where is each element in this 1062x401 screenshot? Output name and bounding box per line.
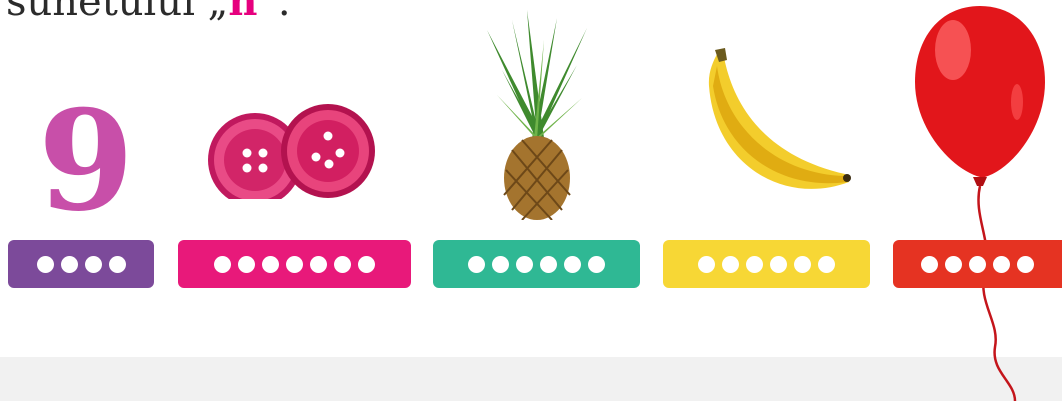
syllable-dot (1017, 255, 1034, 273)
syllable-dot (262, 255, 279, 273)
syllable-dot (540, 255, 557, 273)
syllable-bar-buttons (178, 240, 411, 288)
syllable-dot (84, 255, 102, 273)
syllable-dot (214, 255, 231, 273)
buttons-icon (208, 104, 375, 199)
open-quote: „ (207, 0, 229, 25)
syllable-dot (588, 255, 605, 273)
instruction-text: sunetului „n”. (6, 0, 291, 25)
syllable-dot (310, 255, 327, 273)
instruction-prefix: sunetului (6, 0, 208, 25)
pineapple-icon (487, 10, 587, 220)
syllable-dot (993, 255, 1010, 273)
syllable-dot (818, 255, 835, 273)
syllable-dot (921, 255, 938, 273)
syllable-dot (60, 255, 78, 273)
syllable-dot (286, 255, 303, 273)
syllable-dot (468, 255, 485, 273)
footer-band (0, 357, 1062, 401)
balloon-icon (915, 6, 1045, 401)
syllable-dot (36, 255, 54, 273)
syllable-dot (746, 255, 763, 273)
syllable-bar-pineapple (433, 240, 640, 288)
syllable-bar-balloon (893, 240, 1062, 288)
syllable-bar-nine (8, 240, 154, 288)
syllable-dot (969, 255, 986, 273)
syllable-dot (564, 255, 581, 273)
number-nine-icon: 9 (38, 79, 135, 242)
syllable-dot (794, 255, 811, 273)
syllable-dot (358, 255, 375, 273)
syllable-dot (108, 255, 126, 273)
syllable-dot (945, 255, 962, 273)
target-sound: n (228, 0, 258, 25)
syllable-dot (722, 255, 739, 273)
syllable-bar-banana (663, 240, 870, 288)
close-quote: ”. (257, 0, 291, 25)
syllable-dot (492, 255, 509, 273)
syllable-dot (770, 255, 787, 273)
syllable-dot (334, 255, 351, 273)
banana-icon (708, 48, 851, 189)
syllable-dot (238, 255, 255, 273)
syllable-dot (516, 255, 533, 273)
syllable-dot (698, 255, 715, 273)
